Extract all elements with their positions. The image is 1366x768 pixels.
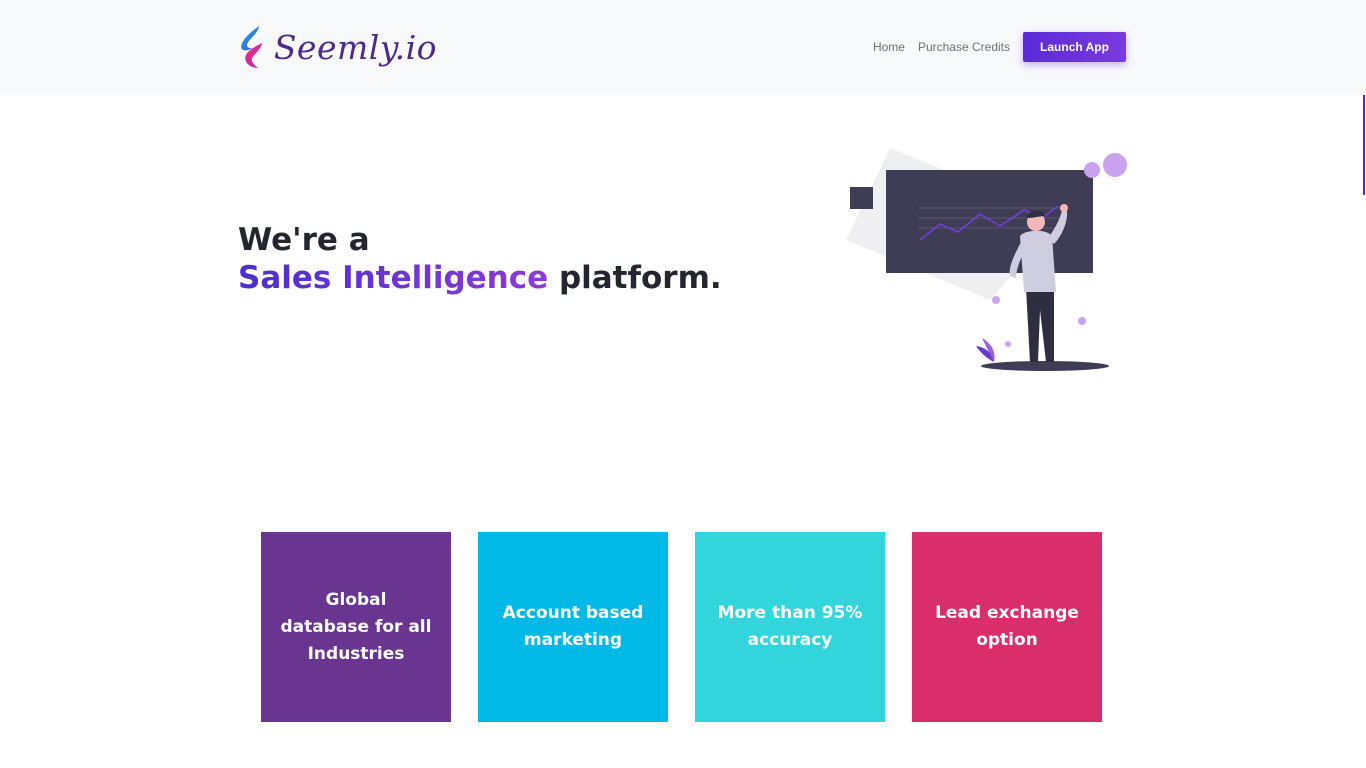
site-header: Seemly.io Home Purchase Credits Launch A…: [0, 0, 1366, 95]
top-nav: Home Purchase Credits Launch App: [873, 32, 1126, 62]
launch-app-button[interactable]: Launch App: [1023, 32, 1126, 62]
logo[interactable]: Seemly.io: [237, 15, 437, 79]
hero-title-line1: We're a: [238, 222, 370, 258]
analytics-person-illustration: [846, 148, 1127, 371]
feature-tile-account-based-marketing: Account based marketing: [478, 532, 668, 722]
hero-title: We're a Sales Intelligence platform.: [238, 221, 722, 297]
feature-tile-label: Account based marketing: [502, 603, 644, 650]
feature-tile-global-database: Global database for all Industries: [261, 532, 451, 722]
logo-text: Seemly.io: [273, 27, 437, 67]
hero-title-rest: platform.: [548, 260, 722, 296]
feature-tile-label: Lead exchange option: [935, 603, 1079, 650]
seemly-logo-icon: [241, 25, 263, 69]
feature-tile-label: More than 95% accuracy: [717, 603, 863, 650]
hero-title-accent: Sales Intelligence: [238, 260, 549, 296]
nav-home-link[interactable]: Home: [873, 40, 905, 54]
feature-tiles: Global database for all Industries Accou…: [261, 532, 1102, 722]
scrollbar[interactable]: [1363, 95, 1365, 195]
feature-tile-accuracy: More than 95% accuracy: [695, 532, 885, 722]
feature-tile-label: Global database for all Industries: [280, 589, 432, 664]
feature-tile-lead-exchange: Lead exchange option: [912, 532, 1102, 722]
nav-purchase-credits-link[interactable]: Purchase Credits: [918, 40, 1010, 54]
